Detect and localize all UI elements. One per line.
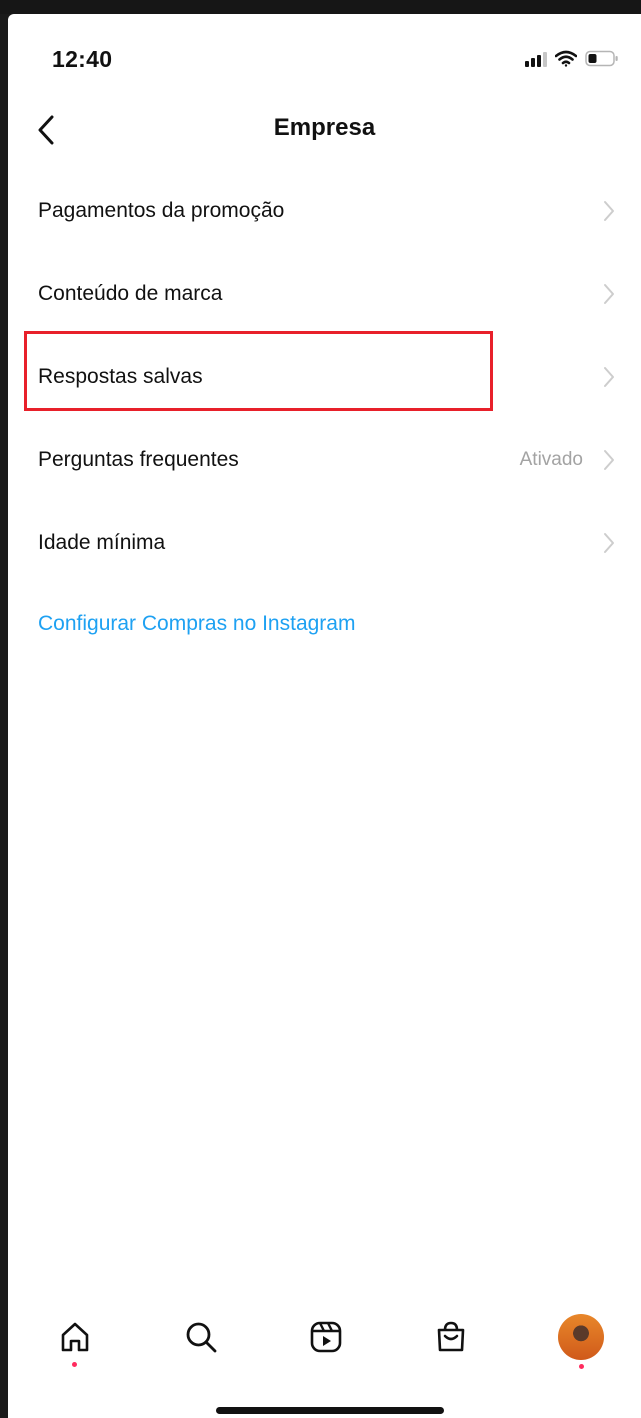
avatar bbox=[558, 1314, 604, 1360]
menu-item-conteudo-de-marca[interactable]: Conteúdo de marca bbox=[8, 252, 641, 335]
chevron-right-icon bbox=[604, 450, 614, 470]
notification-dot bbox=[72, 1362, 77, 1367]
menu-item-pagamentos-da-promocao[interactable]: Pagamentos da promoção bbox=[8, 169, 641, 252]
window-top-bar bbox=[0, 0, 641, 14]
menu-item-value: Ativado bbox=[519, 448, 583, 470]
notification-dot bbox=[579, 1364, 584, 1369]
page-title: Empresa bbox=[273, 114, 376, 141]
shop-icon bbox=[437, 1321, 465, 1352]
setup-shopping-link[interactable]: Configurar Compras no Instagram bbox=[38, 612, 355, 636]
wifi-icon bbox=[555, 50, 577, 67]
chevron-right-icon bbox=[604, 284, 614, 304]
tab-reels[interactable] bbox=[301, 1312, 351, 1362]
battery-icon bbox=[585, 50, 618, 67]
phone-screen: 12:40 Empresa Pagamentos da promoção Con… bbox=[8, 14, 641, 1418]
status-icons bbox=[525, 50, 619, 67]
status-time: 12:40 bbox=[52, 46, 113, 72]
tab-profile[interactable] bbox=[556, 1312, 606, 1362]
tab-home[interactable] bbox=[50, 1312, 100, 1362]
chevron-right-icon bbox=[604, 201, 614, 221]
menu-item-label: Perguntas frequentes bbox=[38, 447, 239, 471]
bottom-tab-bar bbox=[8, 1302, 641, 1372]
chevron-right-icon bbox=[604, 533, 614, 553]
menu-item-idade-minima[interactable]: Idade mínima bbox=[8, 501, 641, 584]
highlight-box bbox=[24, 331, 493, 411]
signal-icon bbox=[525, 51, 547, 67]
chevron-right-icon bbox=[604, 367, 614, 387]
menu-item-label: Conteúdo de marca bbox=[38, 281, 223, 305]
search-icon bbox=[186, 1322, 217, 1353]
reels-icon bbox=[310, 1321, 342, 1353]
home-icon bbox=[61, 1322, 89, 1352]
tab-search[interactable] bbox=[176, 1312, 226, 1362]
menu-item-perguntas-frequentes[interactable]: Perguntas frequentes Ativado bbox=[8, 418, 641, 501]
home-indicator bbox=[216, 1407, 444, 1414]
menu-item-label: Idade mínima bbox=[38, 530, 166, 554]
nav-header: Empresa bbox=[8, 100, 641, 160]
menu-item-label: Pagamentos da promoção bbox=[38, 198, 285, 222]
tab-shop[interactable] bbox=[426, 1312, 476, 1362]
